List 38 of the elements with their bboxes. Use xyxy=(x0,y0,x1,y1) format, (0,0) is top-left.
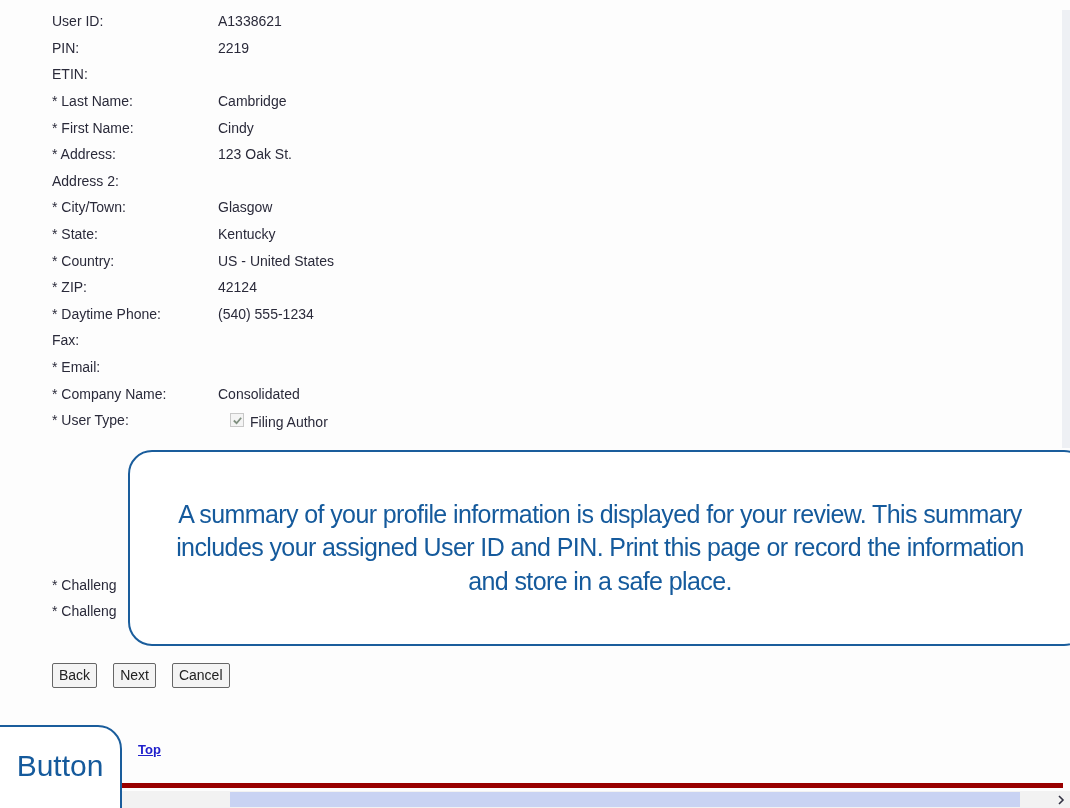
field-label: * Email: xyxy=(52,359,102,375)
form-button[interactable]: Back xyxy=(52,662,98,688)
field-value: 42124 xyxy=(218,279,257,296)
field-value: 123 Oak St. xyxy=(218,146,292,163)
field-label: * City/Town: xyxy=(52,199,127,216)
field-value: Glasgow xyxy=(218,199,273,216)
field-label: * Address: xyxy=(52,146,117,163)
field-label: * State: xyxy=(52,226,99,243)
field-label: * User Type: xyxy=(52,412,130,429)
field-label: PIN: xyxy=(52,39,81,56)
checkbox-label: Filing Author xyxy=(250,414,328,431)
field-label: User ID: xyxy=(52,13,105,30)
scroll-right-icon[interactable] xyxy=(1057,795,1065,805)
field-label: * Challeng xyxy=(52,603,118,620)
field-label: * Company Name: xyxy=(52,385,168,402)
field-value: US - United States xyxy=(218,252,334,269)
field-label: * First Name: xyxy=(52,119,135,136)
form-button[interactable]: Next xyxy=(113,662,156,688)
callout-text: A summary of your profile information is displayed for your review. This summary includes your assigned User ID and PIN. Print this page or record the information and store in a safe place. xyxy=(175,499,1025,597)
field-label: ETIN: xyxy=(52,66,89,83)
field-value: (540) 555-1234 xyxy=(218,305,314,322)
field-value: 2219 xyxy=(218,39,250,56)
field-value: Consolidated xyxy=(218,385,300,402)
field-value: Cambridge xyxy=(218,93,287,110)
field-label: * ZIP: xyxy=(52,279,88,296)
callout-text: Button xyxy=(16,749,104,783)
field-label: * Country: xyxy=(52,252,116,269)
field-label: Address 2: xyxy=(52,172,120,189)
field-label: * Challeng xyxy=(52,576,118,593)
field-label: * Daytime Phone: xyxy=(52,305,162,322)
field-label: Fax: xyxy=(52,332,81,349)
back-to-top-link[interactable]: Top xyxy=(138,741,161,757)
field-value: Cindy xyxy=(218,119,254,136)
field-label: * Last Name: xyxy=(52,93,134,110)
form-button[interactable]: Cancel xyxy=(171,662,230,688)
horizontal-scrollbar[interactable] xyxy=(122,791,1070,808)
field-value: A1338621 xyxy=(218,13,282,30)
field-value: Kentucky xyxy=(218,226,276,243)
